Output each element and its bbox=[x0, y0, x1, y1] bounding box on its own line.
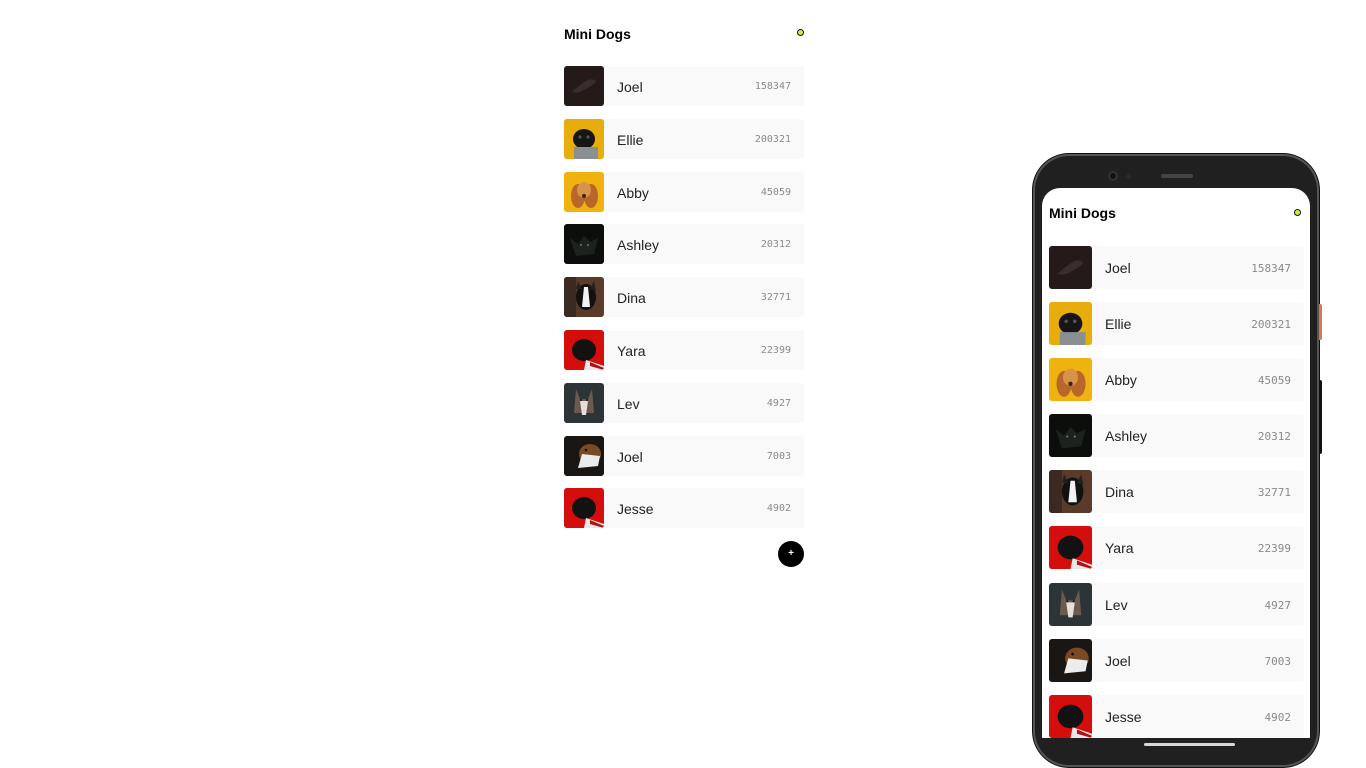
status-indicator bbox=[797, 29, 804, 36]
dog-photo bbox=[564, 330, 604, 370]
dog-photo bbox=[1049, 414, 1092, 457]
dog-name: Yara bbox=[617, 342, 646, 359]
dog-list: Joel 158347 Ellie 200321 Abby 45059 Ashl… bbox=[564, 66, 804, 541]
list-item[interactable]: Ashley 20312 bbox=[564, 224, 804, 265]
list-item[interactable]: Yara 22399 bbox=[1049, 526, 1304, 570]
dog-count: 200321 bbox=[1251, 318, 1291, 332]
phone-dog-list: Joel 158347 Ellie 200321 Abby 45059 Ashl… bbox=[1049, 246, 1304, 738]
dog-name: Ashley bbox=[1105, 428, 1148, 445]
dog-name: Lev bbox=[1105, 596, 1128, 613]
list-item[interactable]: Dina 32771 bbox=[564, 277, 804, 318]
page-title: Mini Dogs bbox=[564, 26, 631, 42]
dog-name: Ellie bbox=[1105, 316, 1132, 333]
dog-name: Joel bbox=[1105, 260, 1131, 276]
dog-name: Joel bbox=[1105, 652, 1131, 669]
list-item[interactable]: Ellie 200321 bbox=[564, 118, 804, 159]
phone-power-button bbox=[1319, 304, 1322, 340]
dog-name: Abby bbox=[1105, 372, 1137, 389]
list-item[interactable]: Joel 158347 bbox=[564, 66, 804, 106]
dog-name: Dina bbox=[1105, 484, 1134, 501]
list-item[interactable]: Abby 45059 bbox=[1049, 358, 1304, 402]
dog-count: 4902 bbox=[766, 503, 791, 515]
dog-photo bbox=[564, 436, 604, 476]
dog-count: 32771 bbox=[1257, 486, 1291, 500]
dog-count: 4927 bbox=[766, 397, 791, 409]
dog-photo bbox=[564, 66, 604, 106]
dog-count: 20312 bbox=[1257, 430, 1291, 444]
phone-sensor bbox=[1126, 174, 1131, 179]
dog-photo bbox=[1049, 583, 1092, 626]
phone-mockup: Mini Dogs Joel 158347 Ellie 200321 Abby … bbox=[1033, 154, 1322, 767]
dog-name: Jesse bbox=[1105, 708, 1142, 725]
dog-count: 20312 bbox=[760, 239, 791, 251]
phone-header: Mini Dogs bbox=[1049, 202, 1301, 226]
dog-count: 4927 bbox=[1264, 598, 1292, 612]
phone-page-title: Mini Dogs bbox=[1049, 205, 1116, 221]
dog-count: 200321 bbox=[754, 133, 791, 145]
dog-name: Yara bbox=[1105, 540, 1134, 557]
dog-photo bbox=[1049, 302, 1092, 345]
dog-name: Ellie bbox=[617, 131, 644, 148]
list-item[interactable]: Yara 22399 bbox=[564, 329, 804, 370]
dog-count: 7003 bbox=[1264, 654, 1292, 668]
dog-name: Ashley bbox=[617, 237, 660, 254]
dog-photo bbox=[564, 277, 604, 317]
list-item[interactable]: Jesse 4902 bbox=[564, 488, 804, 529]
dog-photo bbox=[564, 172, 604, 212]
list-item[interactable]: Dina 32771 bbox=[1049, 470, 1304, 514]
dog-count: 22399 bbox=[760, 344, 791, 356]
dog-count: 158347 bbox=[754, 81, 791, 92]
dog-photo bbox=[1049, 695, 1092, 738]
dog-photo bbox=[1049, 358, 1092, 401]
phone-volume-button bbox=[1319, 380, 1322, 454]
list-item[interactable]: Lev 4927 bbox=[1049, 582, 1304, 626]
dog-name: Joel bbox=[617, 448, 643, 465]
dog-photo bbox=[1049, 470, 1092, 513]
dog-name: Joel bbox=[617, 79, 643, 95]
dog-count: 158347 bbox=[1251, 262, 1291, 275]
list-item[interactable]: Ellie 200321 bbox=[1049, 302, 1304, 346]
list-item[interactable]: Joel 158347 bbox=[1049, 246, 1304, 289]
panel-header: Mini Dogs bbox=[564, 22, 804, 44]
mini-dogs-panel: Mini Dogs Joel 158347 Ellie 200321 Abby … bbox=[564, 22, 804, 567]
list-item[interactable]: Jesse 4902 bbox=[1049, 694, 1304, 738]
dog-photo bbox=[564, 224, 604, 264]
list-item[interactable]: Joel 7003 bbox=[564, 435, 804, 476]
dog-name: Abby bbox=[617, 184, 649, 201]
dog-photo bbox=[564, 383, 604, 423]
add-dog-button[interactable]: + bbox=[778, 541, 804, 567]
list-item[interactable]: Ashley 20312 bbox=[1049, 414, 1304, 458]
phone-status-indicator bbox=[1294, 209, 1301, 216]
dog-count: 45059 bbox=[760, 186, 791, 198]
dog-count: 22399 bbox=[1257, 542, 1291, 556]
dog-photo bbox=[1049, 526, 1092, 569]
dog-count: 4902 bbox=[1264, 710, 1292, 724]
dog-count: 45059 bbox=[1257, 374, 1291, 388]
dog-name: Lev bbox=[617, 395, 640, 412]
phone-screen: Mini Dogs Joel 158347 Ellie 200321 Abby … bbox=[1042, 188, 1310, 738]
dog-photo bbox=[564, 488, 604, 528]
dog-name: Jesse bbox=[617, 501, 654, 518]
phone-camera bbox=[1108, 171, 1118, 181]
dog-photo bbox=[1049, 246, 1092, 289]
dog-photo bbox=[1049, 639, 1092, 682]
phone-speaker bbox=[1161, 174, 1193, 178]
list-item[interactable]: Joel 7003 bbox=[1049, 638, 1304, 682]
list-item[interactable]: Abby 45059 bbox=[564, 171, 804, 212]
dog-name: Dina bbox=[617, 290, 646, 307]
list-item[interactable]: Lev 4927 bbox=[564, 382, 804, 423]
dog-photo bbox=[564, 119, 604, 159]
dog-count: 7003 bbox=[766, 450, 791, 462]
dog-count: 32771 bbox=[760, 292, 791, 304]
phone-home-indicator[interactable] bbox=[1144, 743, 1235, 746]
